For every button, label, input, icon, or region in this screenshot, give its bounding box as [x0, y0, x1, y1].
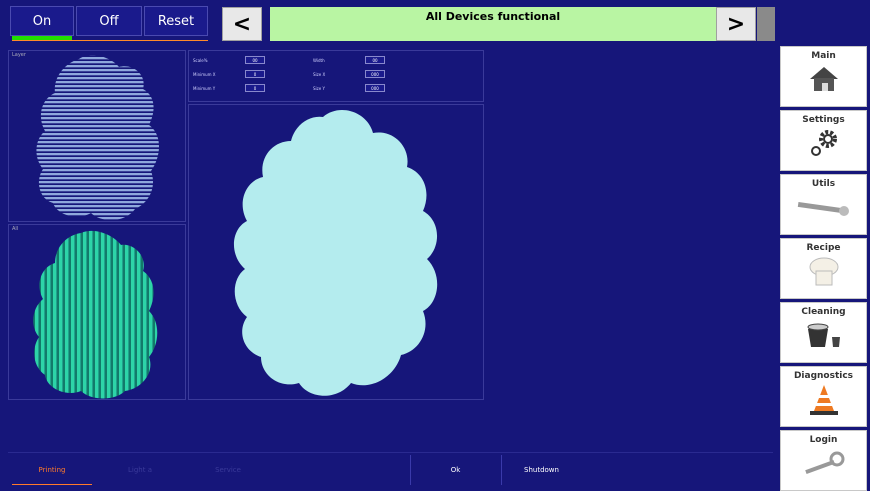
striped-cloud-shape	[36, 55, 160, 221]
on-button[interactable]: On	[10, 6, 74, 36]
main-cloud-shape	[233, 110, 438, 396]
sidebar-label-recipe: Recipe	[806, 243, 841, 253]
bottom-divider	[8, 452, 773, 453]
width-field[interactable]: 00	[365, 56, 385, 64]
size-y-label: Size Y	[313, 86, 325, 91]
sidebar-item-main[interactable]: Main	[780, 46, 867, 107]
tab-printing[interactable]: Printing	[12, 455, 92, 485]
sidebar-label-utils: Utils	[811, 179, 836, 189]
tab-printing-label: Printing	[38, 465, 66, 474]
size-y-field[interactable]: 000	[365, 84, 385, 92]
key-icon	[804, 451, 844, 475]
reset-button-label: Reset	[157, 13, 195, 29]
all-panel-label: All	[12, 226, 19, 232]
sidebar-item-login[interactable]: Login	[780, 430, 867, 491]
tab-service-label: Service	[215, 466, 241, 474]
minimum-x-field[interactable]: 0	[245, 70, 265, 78]
sidebar-label-diagnostics: Diagnostics	[793, 371, 854, 381]
traffic-cone-icon	[809, 385, 838, 415]
top-underline	[12, 40, 208, 41]
sidebar-label-main: Main	[811, 51, 836, 61]
sidebar-item-cleaning[interactable]: Cleaning	[780, 302, 867, 363]
next-label: >	[726, 11, 746, 37]
ok-button[interactable]: Ok	[410, 455, 500, 485]
off-button-label: Off	[99, 13, 119, 29]
sidebar-item-utils[interactable]: Utils	[780, 174, 867, 235]
reset-button[interactable]: Reset	[144, 6, 208, 36]
scale-label: Scale%	[193, 58, 208, 63]
prev-button[interactable]: <	[222, 7, 262, 41]
width-label: Width	[313, 58, 325, 63]
shutdown-button[interactable]: Shutdown	[501, 455, 581, 485]
tab-service[interactable]: Service	[188, 455, 268, 485]
minimum-x-label: Minimum X	[193, 72, 216, 77]
size-x-label: Size X	[313, 72, 326, 77]
house-icon	[809, 67, 838, 91]
size-x-field[interactable]: 000	[365, 70, 385, 78]
status-scroll-block	[757, 7, 775, 41]
prev-label: <	[232, 11, 252, 37]
sidebar-item-diagnostics[interactable]: Diagnostics	[780, 366, 867, 427]
parameters-panel: Scale% 00 Width 00 Minimum X 0 Size X 00…	[188, 50, 484, 102]
green-cloud-shape	[33, 230, 158, 399]
bucket-icon	[807, 323, 840, 347]
ok-button-label: Ok	[450, 466, 461, 474]
minimum-y-label: Minimum Y	[193, 86, 216, 91]
sidebar-item-recipe[interactable]: Recipe	[780, 238, 867, 299]
sidebar-label-login: Login	[809, 435, 838, 445]
tab-light[interactable]: Light a	[100, 455, 180, 485]
minimum-y-field[interactable]: 0	[245, 84, 265, 92]
sidebar-item-settings[interactable]: Settings	[780, 110, 867, 171]
sidebar-label-settings: Settings	[802, 115, 845, 125]
scale-field[interactable]: 00	[245, 56, 265, 64]
all-preview-panel: All	[8, 224, 186, 400]
wrench-icon	[797, 201, 849, 216]
status-bar: All Devices functional	[270, 7, 716, 41]
next-button[interactable]: >	[716, 7, 756, 41]
print-preview-panel	[188, 104, 484, 400]
layer-panel-label: Layer	[12, 52, 26, 58]
tab-light-label: Light a	[128, 466, 152, 474]
status-text: All Devices functional	[425, 10, 561, 23]
shutdown-button-label: Shutdown	[524, 466, 559, 474]
gears-icon	[810, 130, 837, 156]
on-button-label: On	[32, 13, 52, 29]
chef-hat-icon	[809, 257, 838, 286]
off-button[interactable]: Off	[76, 6, 142, 36]
sidebar-label-cleaning: Cleaning	[801, 307, 846, 317]
layer-preview-panel: Layer	[8, 50, 186, 222]
